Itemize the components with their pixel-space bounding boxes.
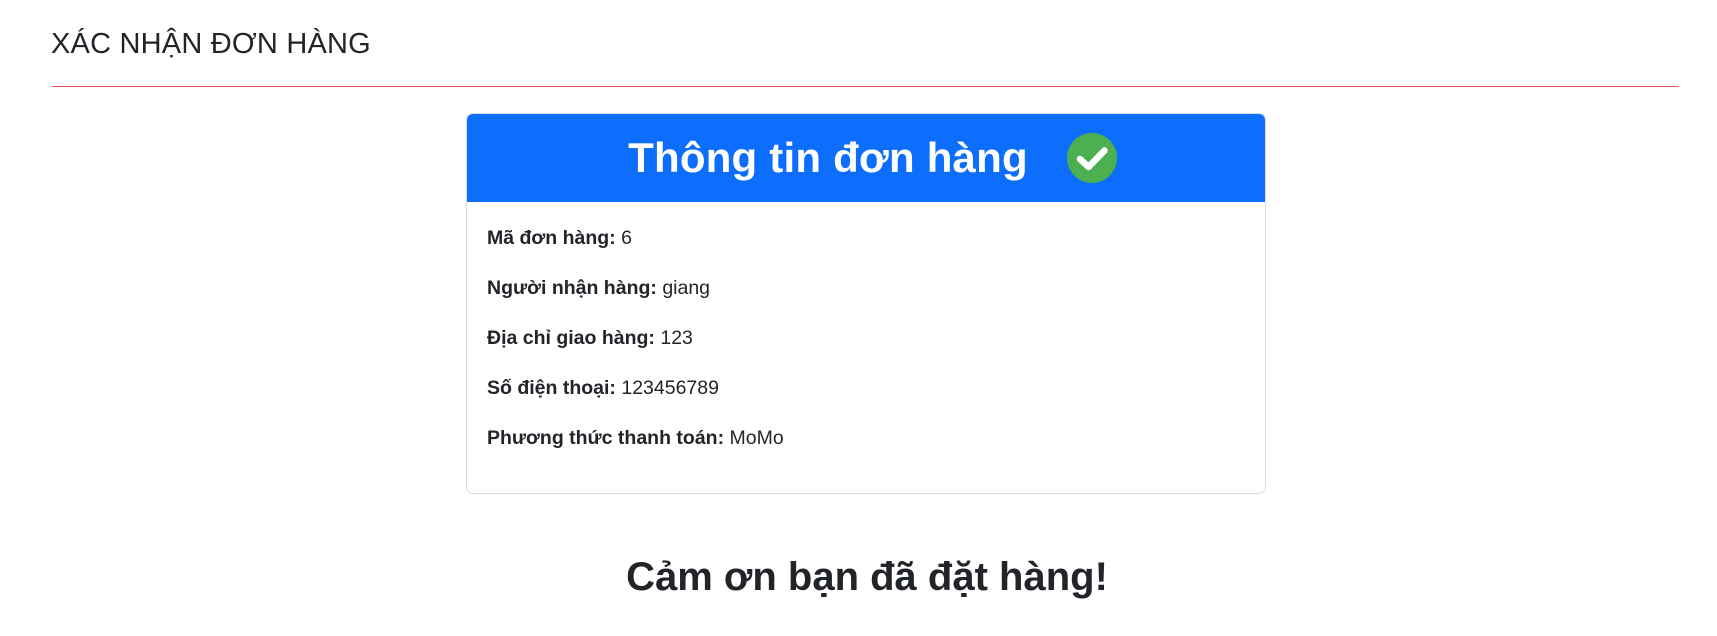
recipient-row: Người nhận hàng: giang bbox=[487, 274, 1245, 302]
card-title: Thông tin đơn hàng bbox=[628, 134, 1028, 181]
shipping-address-row: Địa chỉ giao hàng: 123 bbox=[487, 324, 1245, 352]
card-header: Thông tin đơn hàng bbox=[467, 114, 1265, 202]
phone-value: 123456789 bbox=[621, 377, 719, 399]
shipping-address-value: 123 bbox=[660, 327, 693, 349]
order-info-card: Thông tin đơn hàng Mã đơn hàng: 6 Người … bbox=[466, 113, 1266, 494]
payment-method-label: Phương thức thanh toán: bbox=[487, 427, 725, 449]
shipping-address-label: Địa chỉ giao hàng: bbox=[487, 327, 655, 349]
order-confirmation-page: XÁC NHẬN ĐƠN HÀNG Thông tin đơn hàng Mã … bbox=[0, 0, 1717, 636]
card-body: Mã đơn hàng: 6 Người nhận hàng: giang Đị… bbox=[467, 202, 1265, 452]
check-circle-icon bbox=[1066, 132, 1118, 184]
title-divider bbox=[52, 86, 1679, 87]
order-id-row: Mã đơn hàng: 6 bbox=[487, 224, 1245, 252]
page-title: XÁC NHẬN ĐƠN HÀNG bbox=[51, 28, 371, 60]
phone-row: Số điện thoại: 123456789 bbox=[487, 374, 1245, 402]
payment-method-value: MoMo bbox=[729, 427, 784, 449]
order-id-label: Mã đơn hàng: bbox=[487, 227, 616, 249]
payment-method-row: Phương thức thanh toán: MoMo bbox=[487, 424, 1245, 452]
thank-you-message: Cảm ơn bạn đã đặt hàng! bbox=[626, 555, 1108, 599]
recipient-value: giang bbox=[662, 277, 711, 299]
phone-label: Số điện thoại: bbox=[487, 377, 616, 399]
recipient-label: Người nhận hàng: bbox=[487, 277, 657, 299]
order-id-value: 6 bbox=[621, 227, 632, 249]
